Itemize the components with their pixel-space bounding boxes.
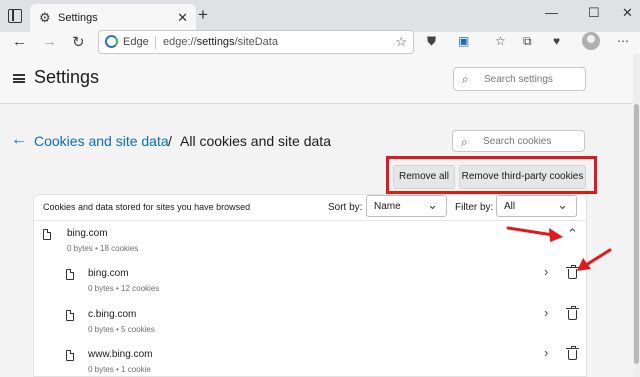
search-settings-input[interactable]: ⌕ Search settings xyxy=(453,67,586,91)
more-options-icon[interactable]: ⋯ xyxy=(617,34,629,48)
breadcrumb-separator: / xyxy=(168,133,172,149)
menu-icon[interactable] xyxy=(13,74,25,83)
search-icon: ⌕ xyxy=(461,135,468,149)
search-cookies-input[interactable]: ⌕ Search cookies xyxy=(452,130,585,152)
search-settings-placeholder: Search settings xyxy=(484,74,553,85)
browser-toolbar: ← → ↻ Edge edge://settings/siteData ☆ ⛊ … xyxy=(0,30,640,54)
scrollbar-thumb[interactable] xyxy=(634,104,639,364)
site-meta: 0 bytes • 12 cookies xyxy=(88,284,160,293)
minimize-icon[interactable]: — xyxy=(545,5,558,20)
extension-icon[interactable]: ▣ xyxy=(458,34,469,48)
address-separator xyxy=(155,36,156,49)
new-tab-button[interactable]: + xyxy=(198,5,208,25)
collections-icon[interactable]: ⧉ xyxy=(523,34,532,49)
shield-extension-icon[interactable]: ⛊ xyxy=(427,34,436,49)
filter-label: Filter by: xyxy=(455,202,494,213)
filter-select[interactable]: All ⌄ xyxy=(496,195,577,217)
document-icon xyxy=(66,310,74,321)
address-bar[interactable]: Edge edge://settings/siteData ☆ xyxy=(98,30,414,54)
browser-essentials-icon[interactable]: ♥ xyxy=(553,34,560,48)
site-name: bing.com xyxy=(88,268,129,279)
back-icon[interactable]: ← xyxy=(12,33,27,50)
site-meta: 0 bytes • 1 cookie xyxy=(88,365,151,374)
trash-icon[interactable] xyxy=(566,346,579,360)
address-brand: Edge xyxy=(123,36,149,48)
breadcrumb-current: All cookies and site data xyxy=(180,133,331,149)
page-title: Settings xyxy=(34,67,100,87)
site-name: www.bing.com xyxy=(88,349,153,360)
annotation-arrow-right xyxy=(506,226,563,242)
trash-icon[interactable] xyxy=(566,306,579,320)
back-arrow-icon[interactable]: ← xyxy=(11,131,27,149)
site-meta: 0 bytes • 5 cookies xyxy=(88,325,155,334)
document-icon xyxy=(43,229,51,240)
chevron-right-icon[interactable]: › xyxy=(544,305,548,320)
tab-title: Settings xyxy=(58,12,98,24)
search-cookies-placeholder: Search cookies xyxy=(483,136,552,147)
tab-actions-icon[interactable] xyxy=(8,9,22,23)
chevron-up-icon[interactable]: ⌃ xyxy=(567,226,578,242)
sort-select[interactable]: Name ⌄ xyxy=(366,195,447,217)
site-name: c.bing.com xyxy=(88,309,137,320)
remove-third-party-cookies-button[interactable]: Remove third-party cookies xyxy=(459,165,586,189)
chevron-down-icon: ⌄ xyxy=(427,197,438,212)
sort-value: Name xyxy=(374,201,401,212)
sort-label: Sort by: xyxy=(328,202,363,213)
title-bar: ⚙ Settings ✕ + — ☐ ✕ xyxy=(0,0,640,32)
forward-icon[interactable]: → xyxy=(42,33,57,50)
maximize-icon[interactable]: ☐ xyxy=(588,5,600,21)
group-site-meta: 0 bytes • 18 cookies xyxy=(67,244,139,253)
document-icon xyxy=(66,350,74,361)
chevron-right-icon[interactable]: › xyxy=(544,345,548,360)
close-window-icon[interactable]: ✕ xyxy=(622,5,633,21)
breadcrumb-parent-link[interactable]: Cookies and site data xyxy=(34,133,169,149)
list-divider xyxy=(34,220,586,221)
profile-avatar[interactable] xyxy=(582,32,600,50)
url-text[interactable]: edge://settings/siteData xyxy=(163,36,278,48)
edge-logo-icon xyxy=(105,35,118,48)
search-icon: ⌕ xyxy=(462,72,469,86)
settings-header: Settings ⌕ Search settings xyxy=(0,54,633,104)
close-tab-icon[interactable]: ✕ xyxy=(177,10,188,26)
document-icon xyxy=(66,269,74,280)
remove-all-button[interactable]: Remove all xyxy=(393,165,455,189)
filter-value: All xyxy=(504,201,516,212)
annotation-arrow-left xyxy=(577,248,612,271)
refresh-icon[interactable]: ↻ xyxy=(72,33,85,51)
tab-settings[interactable]: ⚙ Settings ✕ xyxy=(30,4,196,32)
chevron-right-icon[interactable]: › xyxy=(544,264,548,279)
add-favorite-icon[interactable]: ☆ xyxy=(395,34,407,50)
chevron-down-icon: ⌄ xyxy=(557,197,568,212)
gear-icon: ⚙ xyxy=(39,10,51,25)
favorites-icon[interactable]: ☆ xyxy=(495,34,506,48)
list-header-label: Cookies and data stored for sites you ha… xyxy=(43,202,251,212)
group-site-name: bing.com xyxy=(67,228,108,239)
